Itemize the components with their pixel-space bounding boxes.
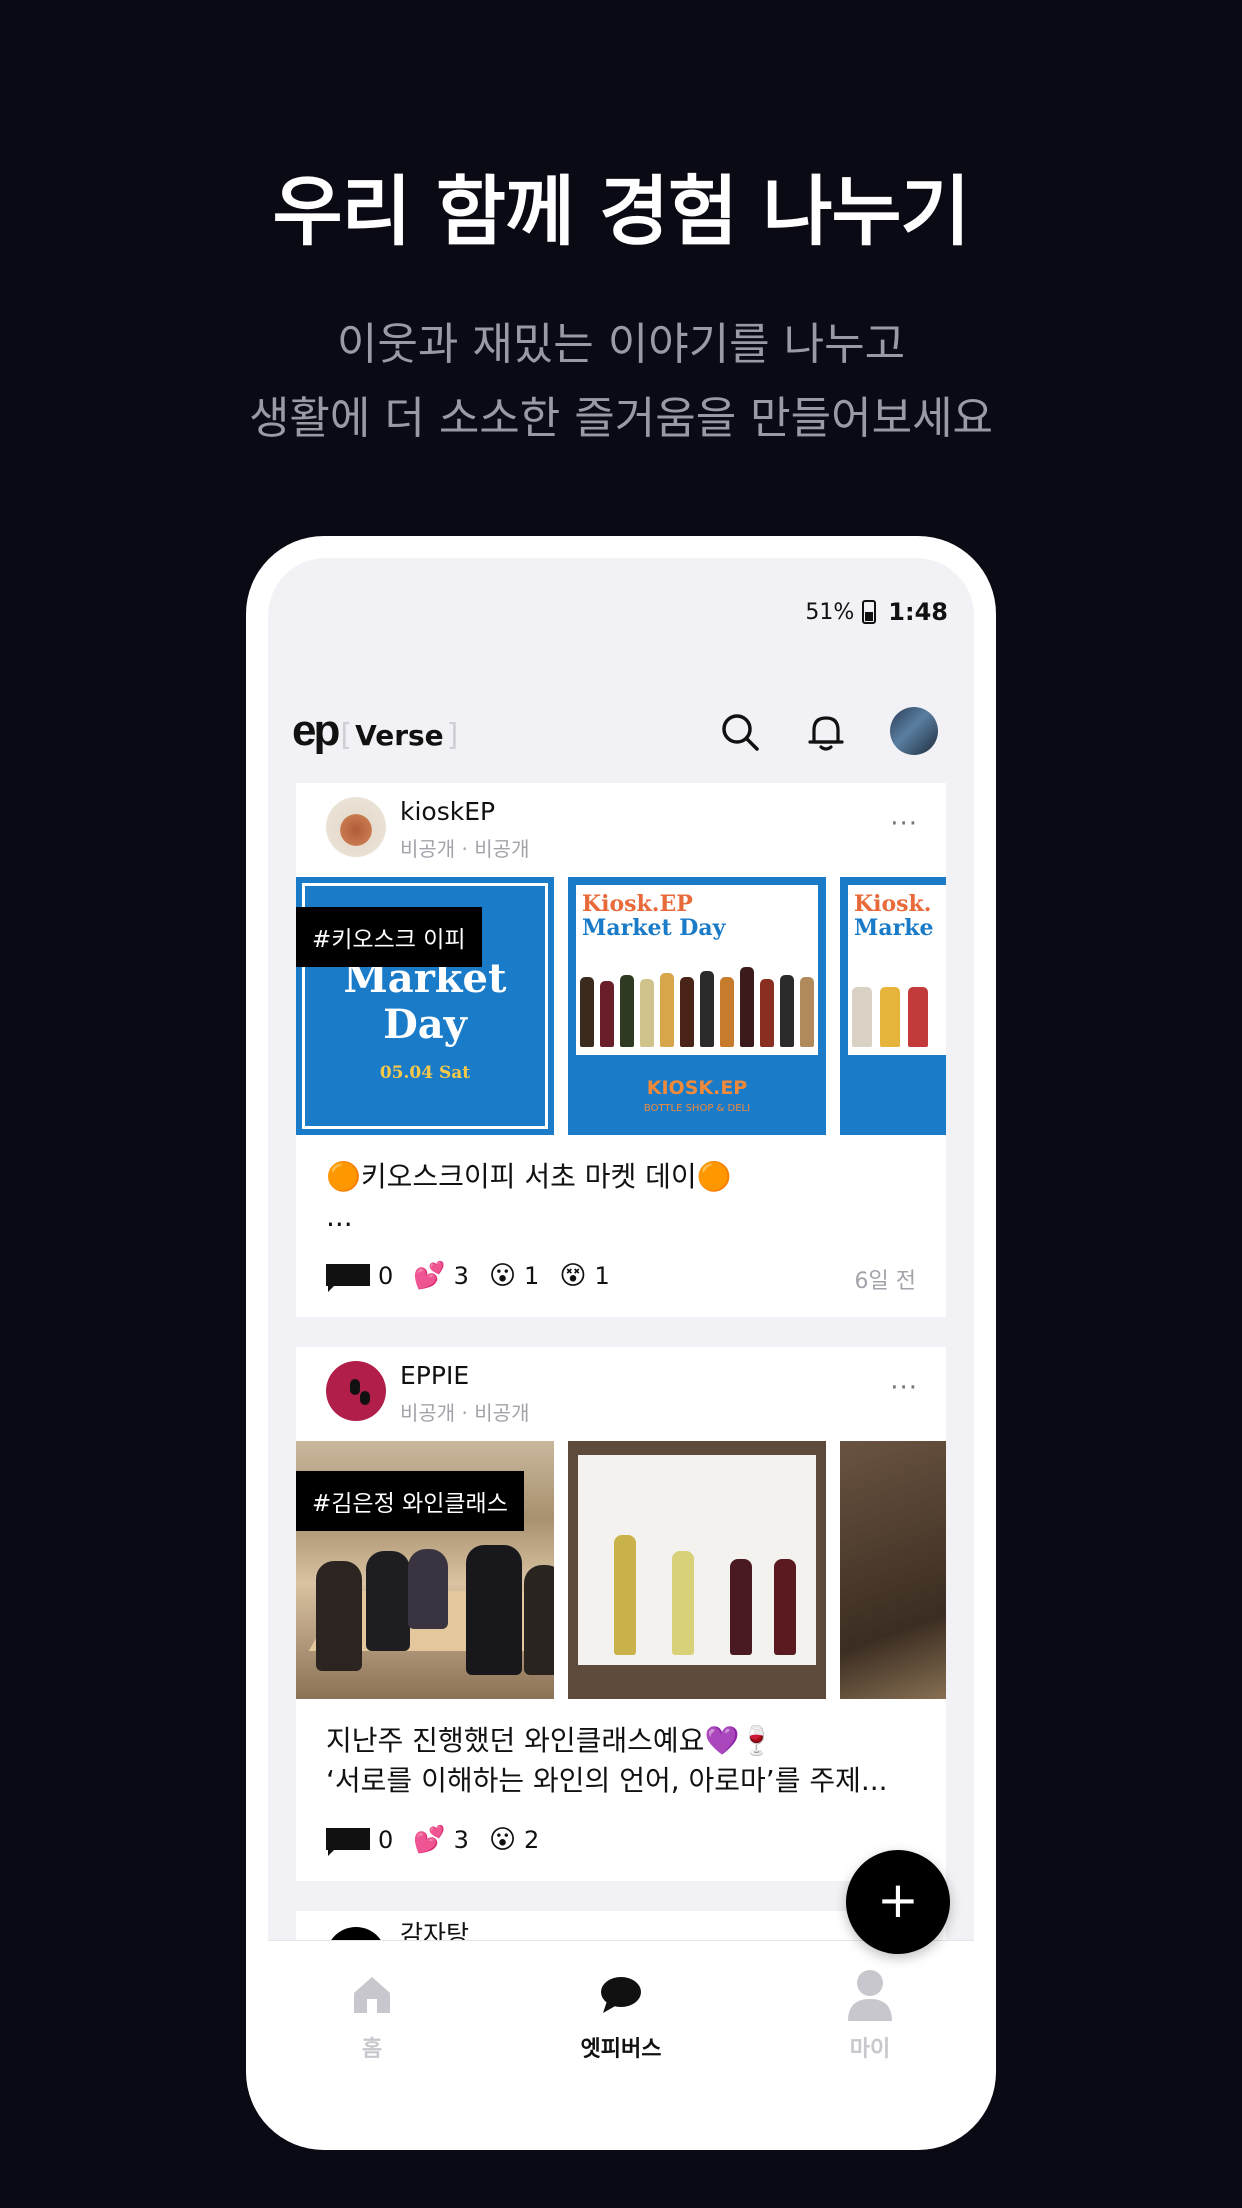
comment-icon [326, 1826, 370, 1856]
app-logo[interactable]: ep [ Verse ] [292, 706, 461, 756]
bell-icon[interactable] [802, 708, 850, 756]
status-time: 1:48 [888, 598, 948, 626]
comment-icon [326, 1262, 370, 1292]
post-text-line: ... [326, 1200, 353, 1233]
post-header: kioskEP 비공개 · 비공개 ··· [296, 783, 946, 877]
tab-home-label: 홈 [361, 2037, 383, 2062]
profile-avatar[interactable] [890, 707, 938, 755]
person-icon [770, 1967, 970, 2023]
chat-bubble-icon [521, 1967, 721, 2023]
post-tag[interactable]: #키오스크 이피 [296, 907, 482, 967]
post-visibility: 비공개 · 비공개 [400, 1401, 530, 1425]
more-options-button[interactable]: ··· [890, 809, 918, 839]
more-options-button[interactable]: ··· [890, 1373, 918, 1403]
comment-count[interactable]: 0 [326, 1826, 393, 1856]
post-image-gallery[interactable]: #김은정 와인클래스 [296, 1441, 946, 1699]
post-text[interactable]: 🟠키오스크이피 서초 마켓 데이🟠 ... [296, 1135, 946, 1239]
app-header: ep [ Verse ] [268, 694, 974, 774]
post-image[interactable]: Kiosk. Marke [840, 877, 946, 1135]
post-card[interactable]: kioskEP 비공개 · 비공개 ··· #키오스크 이피 Market Da… [296, 783, 946, 1317]
tab-my-label: 마이 [849, 2037, 891, 2062]
promo-subtitle-line1: 이웃과 재밌는 이야기를 나누고 [336, 319, 906, 370]
poster-title: Day [383, 1001, 467, 1048]
promo-title: 우리 함께 경험 나누기 [272, 167, 971, 256]
post-text[interactable]: 지난주 진행했던 와인클래스예요💜🍷 ‘서로를 이해하는 와인의 언어, 아로마… [296, 1699, 946, 1803]
poster-title: Kiosk. [854, 891, 932, 917]
phone-frame: 51% 1:48 ep [ Verse ] kioskEP 비공개 · 비공개 … [246, 536, 996, 2150]
app-screen: 51% 1:48 ep [ Verse ] kioskEP 비공개 · 비공개 … [268, 558, 974, 2128]
feed: kioskEP 비공개 · 비공개 ··· #키오스크 이피 Market Da… [296, 783, 946, 1951]
create-post-button[interactable]: + [846, 1850, 950, 1954]
post-footer: 0 💕 3 😮 1 😵 1 6일 전 [296, 1239, 946, 1317]
poster-brand-sub: BOTTLE SHOP & DELI [643, 1103, 751, 1114]
post-stats: 0 💕 3 😮 2 [326, 1825, 553, 1856]
promo-subtitle-line2: 생활에 더 소소한 즐거움을 만들어보세요 [248, 393, 994, 444]
hearts-emoji-icon: 💕 [413, 1825, 446, 1855]
post-image[interactable] [568, 1441, 826, 1699]
reaction-surprised[interactable]: 😮 2 [489, 1825, 539, 1855]
tab-my[interactable]: 마이 [770, 1967, 970, 2063]
reaction-dizzy[interactable]: 😵 1 [559, 1261, 609, 1291]
battery-level: 51% [805, 599, 855, 625]
post-tag[interactable]: #김은정 와인클래스 [296, 1471, 524, 1531]
post-visibility: 비공개 · 비공개 [400, 837, 530, 861]
poster-date: 05.04 Sat [379, 1063, 471, 1083]
bottom-tab-bar: 홈 엣피버스 마이 [268, 1940, 974, 2128]
post-image[interactable] [840, 1441, 946, 1699]
reaction-hearts[interactable]: 💕 3 [413, 1261, 469, 1291]
post-footer: 0 💕 3 😮 2 [296, 1803, 946, 1881]
poster-title: Market Day [582, 915, 726, 941]
tab-verse-label: 엣피버스 [580, 2037, 662, 2062]
logo-ep: ep [292, 706, 340, 755]
logo-bracket-close: ] [446, 718, 459, 753]
logo-verse: Verse [355, 719, 444, 752]
reaction-surprised[interactable]: 😮 1 [489, 1261, 539, 1291]
post-text-line: 지난주 진행했던 와인클래스예요💜🍷 [326, 1724, 775, 1757]
post-card[interactable]: EPPIE 비공개 · 비공개 ··· #김은정 와인클래스 지난주 진행했던 … [296, 1347, 946, 1881]
reaction-hearts[interactable]: 💕 3 [413, 1825, 469, 1855]
post-timestamp: 6일 전 [854, 1269, 916, 1294]
surprised-emoji-icon: 😮 [488, 1261, 517, 1291]
wine-bottles-illustration [580, 965, 814, 1047]
wine-class-people-photo [840, 1441, 946, 1699]
status-bar: 51% 1:48 [805, 598, 948, 626]
wine-presentation-photo [568, 1441, 826, 1699]
author-avatar[interactable] [326, 1361, 386, 1421]
poster-title: Kiosk.EP [582, 891, 693, 917]
search-icon[interactable] [716, 708, 764, 756]
post-text-line: 🟠키오스크이피 서초 마켓 데이🟠 [326, 1160, 732, 1193]
post-header: EPPIE 비공개 · 비공개 ··· [296, 1347, 946, 1441]
poster-title: Marke [854, 915, 934, 941]
author-avatar[interactable] [326, 797, 386, 857]
post-stats: 0 💕 3 😮 1 😵 1 [326, 1261, 624, 1292]
dizzy-emoji-icon: 😵 [559, 1261, 587, 1291]
post-text-line: ‘서로를 이해하는 와인의 언어, 아로마’를 주제... [326, 1764, 888, 1797]
tab-verse[interactable]: 엣피버스 [521, 1967, 721, 2063]
promo-subtitle: 이웃과 재밌는 이야기를 나누고 생활에 더 소소한 즐거움을 만들어보세요 [0, 308, 1242, 456]
post-author[interactable]: EPPIE [400, 1361, 469, 1390]
battery-icon [862, 600, 877, 624]
hearts-emoji-icon: 💕 [413, 1261, 446, 1291]
post-image[interactable]: Kiosk.EP Market Day KIOSK.EP BOTTLE SHOP… [568, 877, 826, 1135]
tab-home[interactable]: 홈 [272, 1967, 472, 2063]
poster-brand: KIOSK.EP [646, 1077, 748, 1099]
post-author[interactable]: kioskEP [400, 797, 495, 826]
comment-count[interactable]: 0 [326, 1262, 393, 1292]
logo-bracket-open: [ [340, 718, 353, 753]
surprised-emoji-icon: 😮 [488, 1825, 517, 1855]
post-image-gallery[interactable]: #키오스크 이피 Market Day 05.04 Sat Kiosk.EP M… [296, 877, 946, 1135]
home-icon [272, 1967, 472, 2023]
